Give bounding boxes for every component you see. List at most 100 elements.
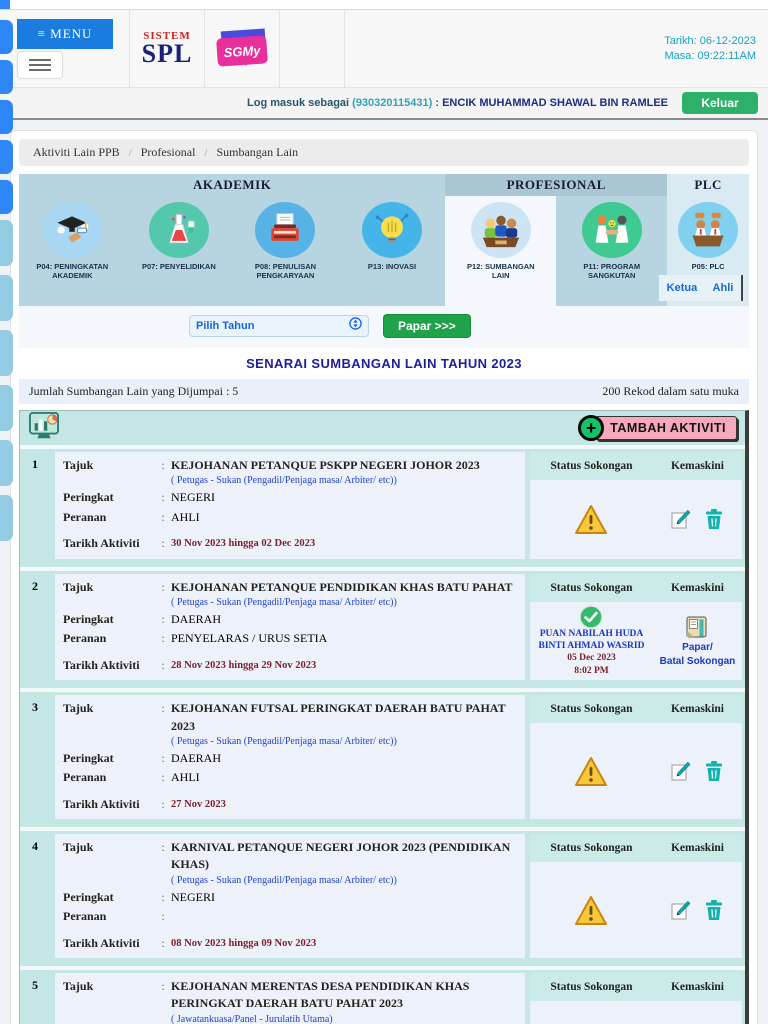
view-support-icon[interactable]	[684, 614, 710, 640]
year-select[interactable]: Pilih Tahun	[189, 315, 369, 337]
breadcrumb-separator: /	[204, 147, 208, 159]
edge-tab[interactable]	[0, 385, 13, 431]
record-number: 2	[32, 578, 38, 593]
status-cell: PUAN NABILAH HUDA BINTI AHMAD WASRID 05 D…	[530, 604, 653, 677]
record-title: KEJOHANAN MERENTAS DESA PENDIDIKAN KHAS …	[171, 979, 470, 1011]
top-strip	[0, 0, 768, 10]
breadcrumb-item-sumbangan[interactable]: Sumbangan Lain	[216, 145, 298, 159]
record-tarikh: 27 Nov 2023	[171, 798, 226, 810]
field-label-tajuk: Tajuk	[63, 579, 94, 594]
edge-tab-notch	[0, 0, 10, 9]
program-tab-p07[interactable]: P07: PENYELIDIKAN	[126, 196, 233, 306]
record-number: 1	[32, 457, 38, 471]
program-tab-p08[interactable]: P08: PENULISAN PENGKARYAAN	[232, 196, 339, 306]
program-tab-p11[interactable]: P11: PROGRAM SANGKUTAN	[556, 196, 667, 306]
field-label-peringkat: Peringkat	[63, 490, 114, 505]
kemaskini-cell	[653, 760, 742, 782]
record-actions-panel: Status Sokongan Kemaskini	[530, 973, 742, 1024]
column-header-status: Status Sokongan	[550, 981, 633, 994]
program-tab-p04[interactable]: P04: PENINGKATAN AKADEMIK	[19, 196, 126, 306]
program-tab-p12[interactable]: P12: SUMBANGAN LAIN	[445, 196, 557, 314]
edge-tab[interactable]	[0, 275, 13, 321]
breadcrumb-item-aktiviti[interactable]: Aktiviti Lain PPB	[33, 145, 120, 159]
program-tab-icon	[362, 202, 423, 258]
edge-tab[interactable]	[0, 100, 13, 134]
edit-icon[interactable]	[670, 899, 692, 921]
hamburger-icon[interactable]	[17, 50, 63, 79]
program-tab-icon	[42, 202, 103, 258]
record-title: KEJOHANAN PETANQUE PENDIDIKAN KHAS BATU …	[171, 579, 513, 594]
edge-tab[interactable]	[0, 20, 13, 54]
column-header-kemaskini: Kemaskini	[670, 981, 724, 994]
menu-button[interactable]: ≡ MENU	[17, 18, 113, 49]
count-row: Jumlah Sumbangan Lain yang Dijumpai : 5 …	[19, 379, 749, 404]
edge-tab[interactable]	[0, 60, 13, 94]
edge-tab[interactable]	[0, 220, 13, 266]
edge-tab[interactable]	[0, 140, 13, 174]
report-chart-icon	[28, 411, 60, 441]
kemaskini-cell	[653, 899, 742, 921]
view-cancel-support-link[interactable]: Papar/	[682, 642, 713, 654]
record-details: Tajuk : KEJOHANAN PETANQUE PSKPP NEGERI …	[55, 452, 525, 559]
table-header-band: + TAMBAH AKTIVITI	[20, 411, 745, 445]
program-tab-icon	[678, 202, 739, 258]
plus-icon: +	[578, 415, 605, 441]
papar-button[interactable]: Papar >>>	[383, 314, 471, 338]
field-label-tarikh: Tarikh Aktiviti	[63, 657, 140, 672]
updown-icon	[349, 317, 362, 335]
status-cell	[530, 504, 653, 535]
field-label-tajuk: Tajuk	[63, 458, 94, 472]
login-bar: Log masuk sebagai (930320115431) : ENCIK…	[0, 88, 768, 120]
record-row: 5 Tajuk : KEJOHANAN MERENTAS DESA PENDID…	[20, 970, 745, 1024]
field-label-tajuk: Tajuk	[63, 701, 94, 716]
record-row: 2 Tajuk : KEJOHANAN PETANQUE PENDIDIKAN …	[20, 570, 745, 689]
delete-icon[interactable]	[704, 508, 724, 530]
field-label-tarikh: Tarikh Aktiviti	[63, 796, 140, 811]
group-header-akademik: AKADEMIK	[192, 177, 272, 192]
column-header-status: Status Sokongan	[550, 581, 633, 594]
record-details: Tajuk : KEJOHANAN MERENTAS DESA PENDIDIK…	[55, 973, 525, 1024]
edge-tab[interactable]	[0, 495, 13, 541]
report-chart-icon[interactable]	[28, 411, 60, 446]
edge-tab[interactable]	[0, 180, 13, 214]
record-subtitle: ( Petugas - Sukan (Pengadil/Penjaga masa…	[171, 735, 397, 747]
sgmy-logo[interactable]: SGMy	[205, 10, 280, 87]
sgmy-bubble-text: SGMy	[216, 34, 268, 67]
record-peringkat: NEGERI	[171, 490, 215, 505]
approval-date: 05 Dec 2023	[567, 653, 616, 664]
records-table: + TAMBAH AKTIVITI 1 Tajuk : KEJOHANAN PE…	[19, 410, 749, 1024]
program-tab-caption: P08: PENULISAN PENGKARYAAN	[254, 262, 317, 280]
edge-tab[interactable]	[0, 330, 13, 376]
role-link-ahli[interactable]: Ahli	[713, 282, 734, 294]
record-tarikh: 08 Nov 2023 hingga 09 Nov 2023	[171, 937, 317, 949]
role-link-ketua[interactable]: Ketua	[667, 282, 698, 294]
breadcrumb-item-profesional[interactable]: Profesional	[141, 145, 196, 159]
program-tab-caption: P11: PROGRAM SANGKUTAN	[583, 262, 641, 280]
program-tab-icon	[148, 202, 209, 258]
spl-logo[interactable]: SISTEM SPL	[130, 10, 205, 87]
record-row: 3 Tajuk : KEJOHANAN FUTSAL PERINGKAT DAE…	[20, 692, 745, 828]
add-activity-button[interactable]: + TAMBAH AKTIVITI	[578, 415, 737, 441]
login-prefix: Log masuk sebagai	[247, 97, 350, 109]
edit-icon[interactable]	[670, 508, 692, 530]
warning-icon	[574, 895, 608, 926]
edit-icon[interactable]	[670, 760, 692, 782]
record-tarikh: 30 Nov 2023 hingga 02 Dec 2023	[171, 538, 316, 550]
logout-button[interactable]: Keluar	[682, 92, 758, 114]
view-cancel-support-link[interactable]: Batal Sokongan	[660, 656, 736, 668]
record-title: KEJOHANAN PETANQUE PSKPP NEGERI JOHOR 20…	[171, 458, 480, 472]
program-tab-p13[interactable]: P13: INOVASI	[339, 196, 446, 306]
edge-tab[interactable]	[0, 440, 13, 486]
delete-icon[interactable]	[704, 760, 724, 782]
record-row: 4 Tajuk : KARNIVAL PETANQUE NEGERI JOHOR…	[20, 831, 745, 967]
delete-icon[interactable]	[704, 899, 724, 921]
program-tab-caption: P04: PENINGKATAN AKADEMIK	[36, 262, 109, 280]
record-number: 5	[32, 978, 38, 993]
record-peranan: PENYELARAS / URUS SETIA	[171, 631, 328, 646]
field-label-tarikh: Tarikh Aktiviti	[63, 536, 140, 551]
field-label-peranan: Peranan	[63, 909, 107, 924]
status-cell	[530, 895, 653, 926]
record-subtitle: ( Petugas - Sukan (Pengadil/Penjaga masa…	[171, 475, 397, 487]
program-tab-icon	[470, 202, 531, 258]
field-label-peranan: Peranan	[63, 509, 107, 524]
